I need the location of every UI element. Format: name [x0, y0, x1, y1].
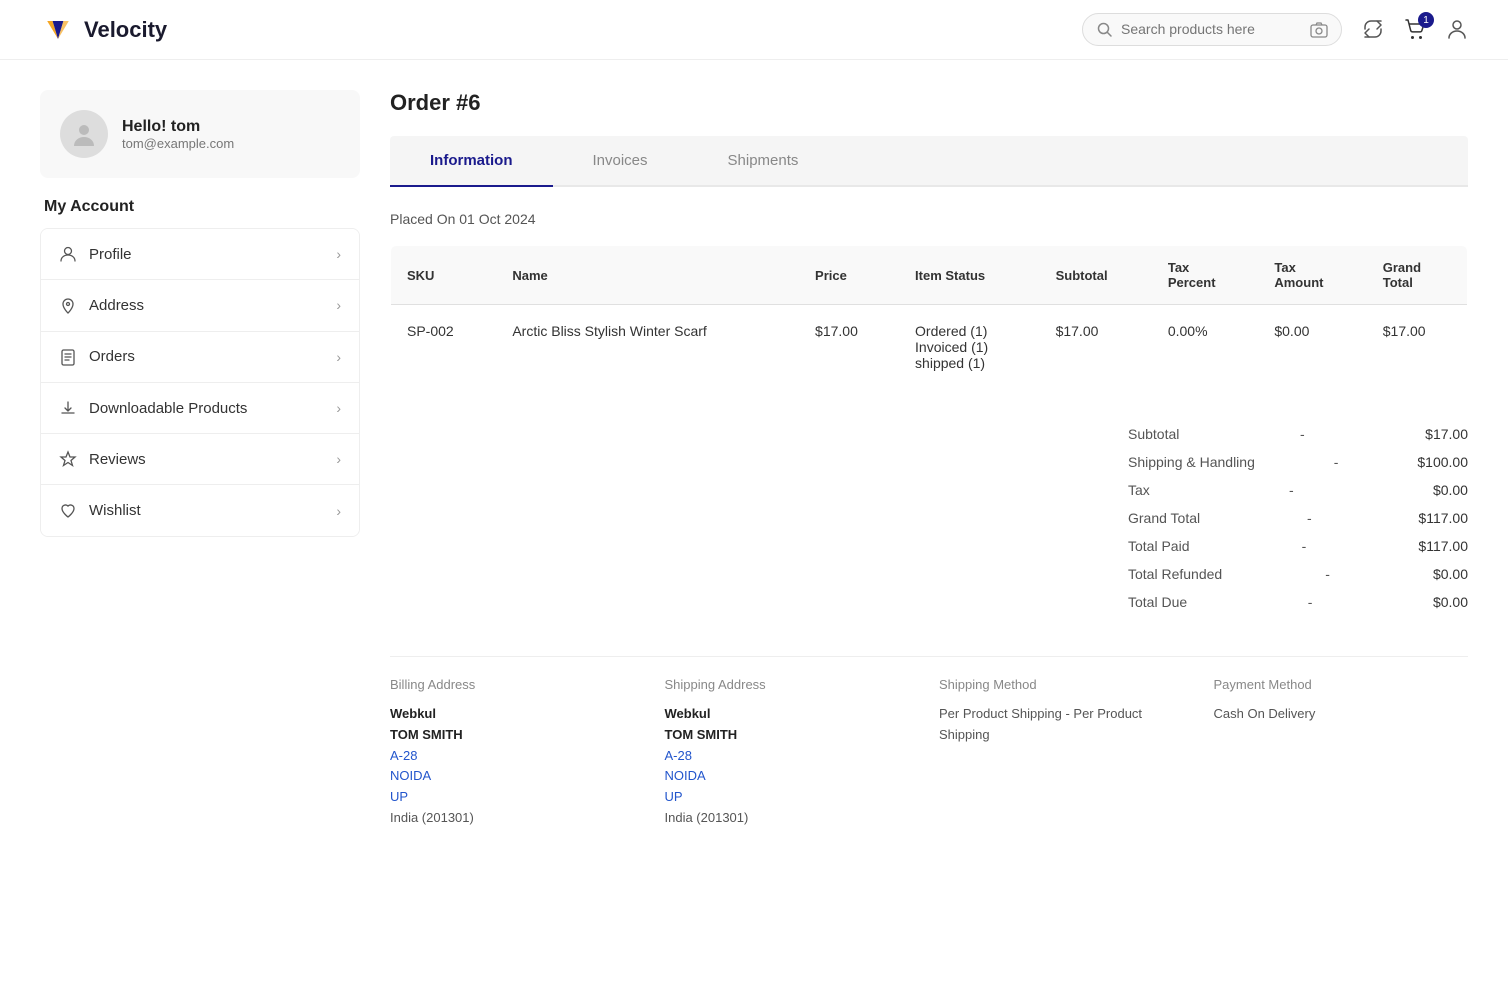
col-subtotal: Subtotal: [1040, 246, 1152, 305]
shipping-address-label: Shipping Address: [665, 677, 920, 692]
shipping-method-label: Shipping Method: [939, 677, 1194, 692]
cell-item-status: Ordered (1) Invoiced (1) shipped (1): [899, 305, 1040, 390]
order-footer: Billing Address Webkul TOM SMITH A-28 NO…: [390, 656, 1468, 829]
cell-subtotal: $17.00: [1040, 305, 1152, 390]
tab-information[interactable]: Information: [390, 136, 553, 187]
sidebar-item-address[interactable]: Address ›: [41, 280, 359, 331]
chevron-right-icon: ›: [336, 246, 341, 262]
search-bar[interactable]: [1082, 13, 1342, 45]
sidebar-item-downloadable-products[interactable]: Downloadable Products ›: [41, 383, 359, 434]
tab-shipments[interactable]: Shipments: [688, 136, 839, 187]
billing-address-block: Billing Address Webkul TOM SMITH A-28 NO…: [390, 677, 645, 829]
search-input[interactable]: [1121, 21, 1302, 37]
clipboard-icon: [59, 348, 77, 366]
chevron-right-icon: ›: [336, 451, 341, 467]
order-tabs: Information Invoices Shipments: [390, 136, 1468, 187]
sidebar-item-label-wishlist: Wishlist: [89, 502, 141, 519]
my-account-title: My Account: [40, 198, 360, 216]
summary-total-refunded: Total Refunded - $0.00: [1128, 560, 1468, 588]
summary-grand-total: Grand Total - $117.00: [1128, 504, 1468, 532]
payment-method-block: Payment Method Cash On Delivery: [1214, 677, 1469, 829]
user-info: Hello! tom tom@example.com: [122, 118, 234, 151]
sidebar-item-label-reviews: Reviews: [89, 451, 146, 468]
billing-address-label: Billing Address: [390, 677, 645, 692]
redirect-icon[interactable]: [1362, 18, 1384, 40]
col-item-status: Item Status: [899, 246, 1040, 305]
shipping-address-block: Shipping Address Webkul TOM SMITH A-28 N…: [665, 677, 920, 829]
col-sku: SKU: [391, 246, 497, 305]
chevron-right-icon: ›: [336, 503, 341, 519]
header: Velocity: [0, 0, 1508, 60]
summary-total-paid: Total Paid - $117.00: [1128, 532, 1468, 560]
user-email: tom@example.com: [122, 136, 234, 151]
header-right: 1: [1082, 13, 1468, 45]
table-row: SP-002 Arctic Bliss Stylish Winter Scarf…: [391, 305, 1468, 390]
summary-shipping: Shipping & Handling - $100.00: [1128, 448, 1468, 476]
sidebar-item-label-downloadable: Downloadable Products: [89, 400, 247, 417]
person-icon: [59, 245, 77, 263]
cell-sku: SP-002: [391, 305, 497, 390]
sidebar-item-profile[interactable]: Profile ›: [41, 229, 359, 280]
search-icon: [1097, 21, 1113, 38]
order-content: Order #6 Information Invoices Shipments …: [390, 90, 1468, 829]
shipping-method-block: Shipping Method Per Product Shipping - P…: [939, 677, 1194, 829]
user-icon[interactable]: [1446, 18, 1468, 40]
col-grand-total: GrandTotal: [1367, 246, 1468, 305]
summary-total-due: Total Due - $0.00: [1128, 588, 1468, 616]
sidebar-item-label-orders: Orders: [89, 348, 135, 365]
order-summary: Subtotal - $17.00 Shipping & Handling - …: [390, 420, 1468, 616]
chevron-right-icon: ›: [336, 349, 341, 365]
user-greeting: Hello! tom: [122, 118, 234, 136]
sidebar-item-orders[interactable]: Orders ›: [41, 332, 359, 383]
shipping-method-value: Per Product Shipping - Per Product Shipp…: [939, 704, 1194, 746]
summary-subtotal: Subtotal - $17.00: [1128, 420, 1468, 448]
location-icon: [59, 296, 77, 314]
chevron-right-icon: ›: [336, 297, 341, 313]
summary-tax: Tax - $0.00: [1128, 476, 1468, 504]
col-tax-percent: TaxPercent: [1152, 246, 1259, 305]
col-tax-amount: TaxAmount: [1258, 246, 1366, 305]
sidebar-item-label-address: Address: [89, 297, 144, 314]
cell-grand-total: $17.00: [1367, 305, 1468, 390]
main-layout: Hello! tom tom@example.com My Account Pr…: [0, 60, 1508, 859]
col-price: Price: [799, 246, 899, 305]
star-icon: [59, 450, 77, 468]
heart-icon: [59, 501, 77, 519]
cart-wrapper[interactable]: 1: [1404, 18, 1426, 40]
chevron-right-icon: ›: [336, 400, 341, 416]
cell-tax-amount: $0.00: [1258, 305, 1366, 390]
sidebar-item-label-profile: Profile: [89, 246, 132, 263]
user-card: Hello! tom tom@example.com: [40, 90, 360, 178]
col-name: Name: [496, 246, 799, 305]
cell-name: Arctic Bliss Stylish Winter Scarf: [496, 305, 799, 390]
order-items-table: SKU Name Price Item Status Subtotal TaxP…: [390, 245, 1468, 390]
avatar: [60, 110, 108, 158]
tab-invoices[interactable]: Invoices: [553, 136, 688, 187]
placed-on: Placed On 01 Oct 2024: [390, 211, 1468, 227]
payment-method-value: Cash On Delivery: [1214, 704, 1469, 725]
order-title: Order #6: [390, 90, 1468, 116]
sidebar-item-reviews[interactable]: Reviews ›: [41, 434, 359, 485]
payment-method-label: Payment Method: [1214, 677, 1469, 692]
sidebar-item-wishlist[interactable]: Wishlist ›: [41, 485, 359, 535]
logo[interactable]: Velocity: [40, 12, 167, 48]
download-icon: [59, 399, 77, 417]
logo-text: Velocity: [84, 17, 167, 43]
camera-icon: [1310, 20, 1328, 38]
cart-badge: 1: [1418, 12, 1434, 28]
sidebar: Hello! tom tom@example.com My Account Pr…: [40, 90, 360, 829]
summary-table: Subtotal - $17.00 Shipping & Handling - …: [1128, 420, 1468, 616]
sidebar-menu: Profile › Address ›: [40, 228, 360, 537]
cell-price: $17.00: [799, 305, 899, 390]
cell-tax-percent: 0.00%: [1152, 305, 1259, 390]
